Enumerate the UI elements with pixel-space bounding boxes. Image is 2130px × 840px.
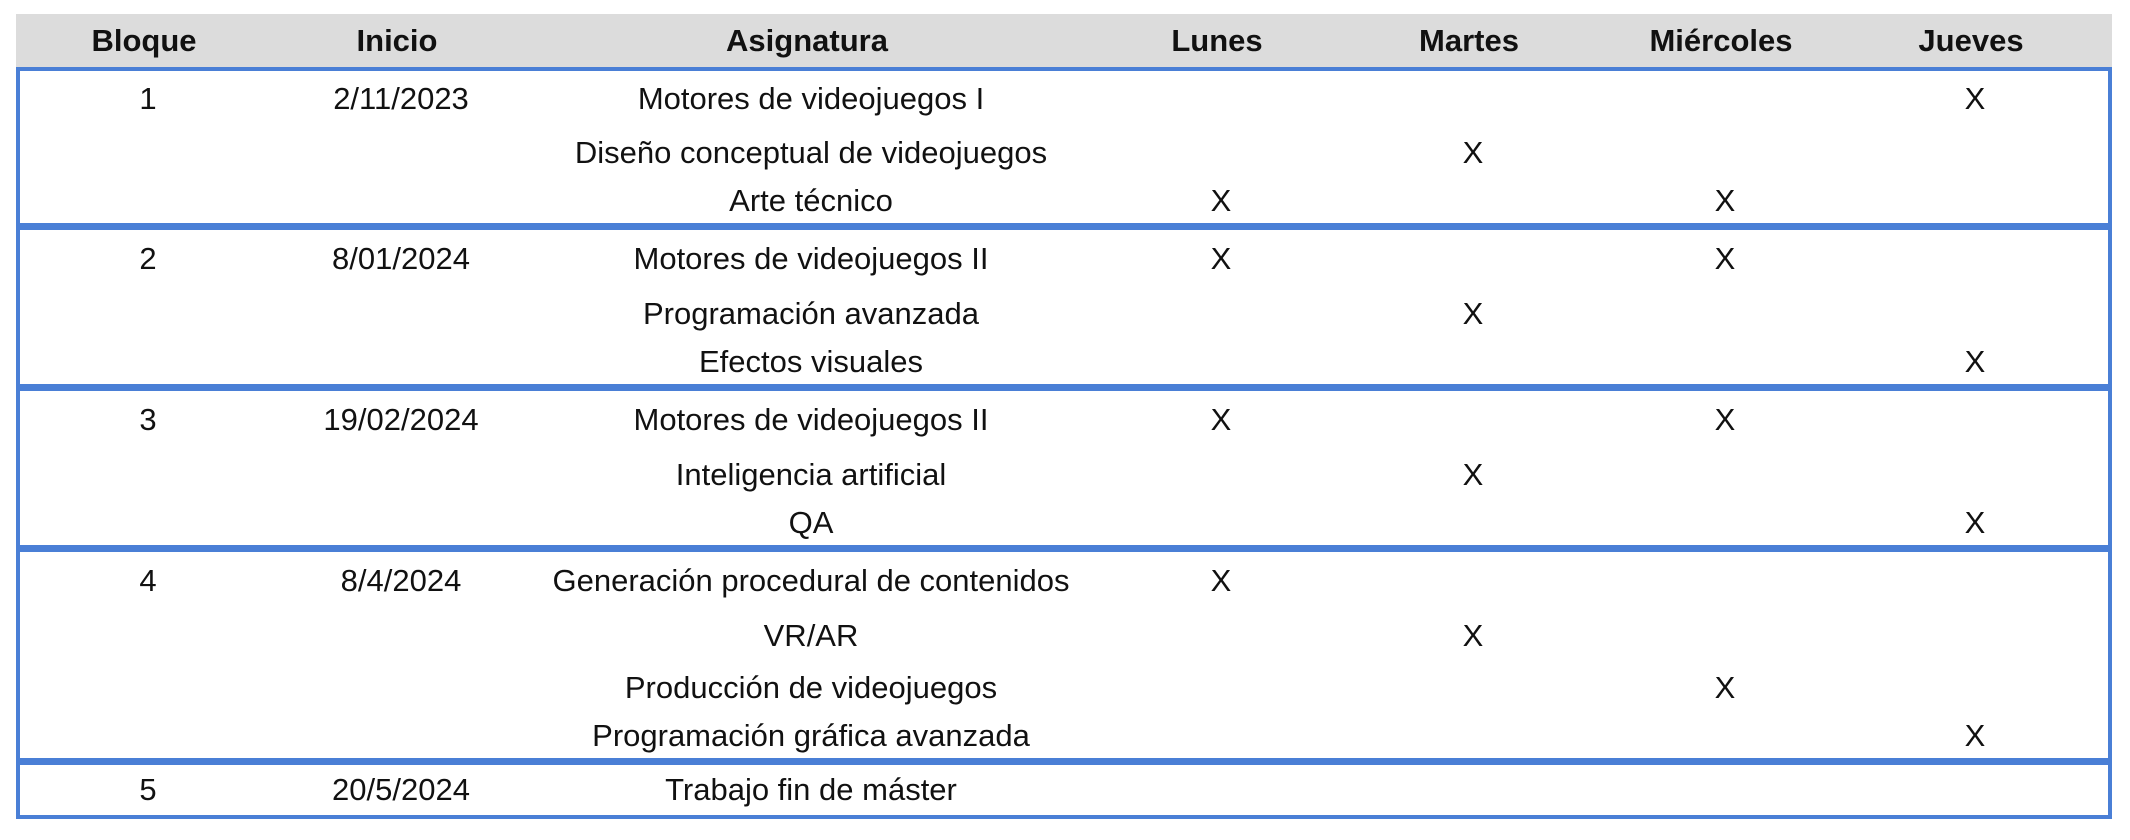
cell-asignatura: Arte técnico <box>729 183 893 218</box>
cell-asignatura: QA <box>788 505 834 540</box>
cell-lunes-mark: X <box>1210 563 1232 598</box>
schedule-table: Bloque Inicio Asignatura Lunes Martes Mi… <box>16 14 2112 819</box>
schedule-block: 1 2/11/2023 Motores de videojuegos I X Diseñ… <box>16 67 2112 227</box>
cell-asignatura: Trabajo fin de máster <box>665 772 957 807</box>
cell-miercoles-mark: X <box>1714 183 1736 218</box>
table-row: Producción de videojuegos X <box>20 662 2108 714</box>
cell-martes-mark: X <box>1462 618 1484 653</box>
cell-bloque: 4 <box>139 563 157 598</box>
cell-lunes-mark: X <box>1210 241 1232 276</box>
cell-bloque: 5 <box>139 772 157 807</box>
cell-martes-mark: X <box>1462 296 1484 331</box>
cell-asignatura: Motores de videojuegos I <box>637 81 985 116</box>
cell-asignatura: Efectos visuales <box>699 344 923 379</box>
table-row: 4 8/4/2024 Generación procedural de conten… <box>20 552 2108 610</box>
cell-miercoles-mark: X <box>1714 402 1736 437</box>
cell-lunes-mark: X <box>1210 183 1232 218</box>
table-row: 1 2/11/2023 Motores de videojuegos I X <box>20 71 2108 127</box>
schedule-block: 4 8/4/2024 Generación procedural de conten… <box>16 548 2112 762</box>
schedule-block: 3 19/02/2024 Motores de videojuegos II X X In… <box>16 387 2112 549</box>
cell-inicio: 20/5/2024 <box>332 772 470 807</box>
table-row: Programación gráfica avanzada X <box>20 714 2108 758</box>
cell-asignatura: Diseño conceptual de videojuegos <box>574 135 1048 170</box>
cell-asignatura: VR/AR <box>763 618 859 653</box>
header-asignatura: Asignatura <box>726 23 888 58</box>
cell-asignatura: Generación procedural de contenidos <box>552 563 1070 598</box>
header-bloque: Bloque <box>91 23 197 58</box>
header-lunes: Lunes <box>1171 23 1263 58</box>
cell-inicio: 19/02/2024 <box>323 402 479 437</box>
table-row: Efectos visuales X <box>20 340 2108 384</box>
cell-bloque: 2 <box>139 241 157 276</box>
cell-inicio: 8/01/2024 <box>332 241 470 276</box>
table-row: Programación avanzada X <box>20 288 2108 340</box>
table-row: 2 8/01/2024 Motores de videojuegos II X X <box>20 230 2108 288</box>
table-row: QA X <box>20 501 2108 545</box>
cell-martes-mark: X <box>1462 457 1484 492</box>
cell-bloque: 3 <box>139 402 157 437</box>
header-inicio: Inicio <box>356 23 438 58</box>
cell-martes-mark: X <box>1462 135 1484 170</box>
cell-asignatura: Programación avanzada <box>642 296 980 331</box>
cell-asignatura: Motores de videojuegos II <box>633 241 989 276</box>
table-header: Bloque Inicio Asignatura Lunes Martes Mi… <box>16 14 2112 68</box>
header-martes: Martes <box>1419 23 1519 58</box>
cell-inicio: 8/4/2024 <box>340 563 462 598</box>
cell-jueves-mark: X <box>1964 81 1986 116</box>
table-row: 3 19/02/2024 Motores de videojuegos II X X <box>20 391 2108 449</box>
cell-asignatura: Producción de videojuegos <box>624 670 998 705</box>
table-row: Diseño conceptual de videojuegos X <box>20 127 2108 179</box>
blocks-container: 1 2/11/2023 Motores de videojuegos I X Diseñ… <box>16 67 2112 819</box>
schedule-block: 2 8/01/2024 Motores de videojuegos II X X Pro… <box>16 226 2112 388</box>
table-row: VR/AR X <box>20 610 2108 662</box>
cell-miercoles-mark: X <box>1714 241 1736 276</box>
cell-inicio: 2/11/2023 <box>333 81 469 116</box>
schedule-block: 5 20/5/2024 Trabajo fin de máster <box>16 761 2112 819</box>
header-miercoles: Miércoles <box>1649 23 1793 58</box>
cell-bloque: 1 <box>139 81 157 116</box>
cell-jueves-mark: X <box>1964 718 1986 753</box>
cell-jueves-mark: X <box>1964 505 1986 540</box>
cell-lunes-mark: X <box>1210 402 1232 437</box>
table-row: 5 20/5/2024 Trabajo fin de máster <box>20 765 2108 815</box>
table-row: Inteligencia artificial X <box>20 449 2108 501</box>
cell-jueves-mark: X <box>1964 344 1986 379</box>
table-row: Arte técnico X X <box>20 179 2108 223</box>
cell-miercoles-mark: X <box>1714 670 1736 705</box>
cell-asignatura: Inteligencia artificial <box>675 457 947 492</box>
cell-asignatura: Programación gráfica avanzada <box>592 718 1030 753</box>
cell-asignatura: Motores de videojuegos II <box>633 402 989 437</box>
header-jueves: Jueves <box>1918 23 2024 58</box>
